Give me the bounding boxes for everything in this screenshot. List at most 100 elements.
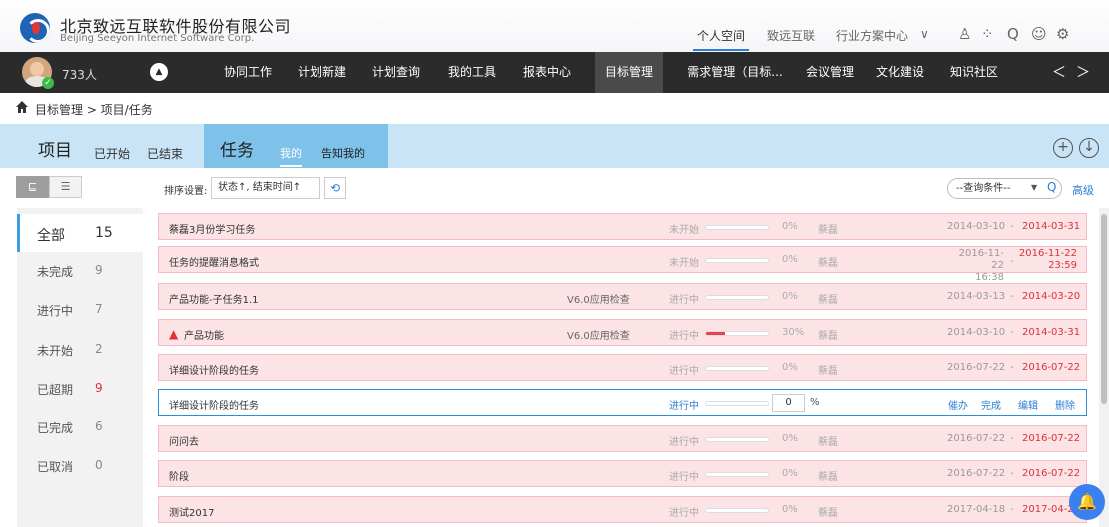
progress-input[interactable]: 0 [772,394,805,412]
filter-in-progress[interactable]: 进行中 7 [17,290,143,328]
task-row[interactable]: 详细设计阶段的任务 进行中 0% 蔡磊 2016-07-22 - 2016-07… [158,354,1087,381]
nav-item-my-tools[interactable]: 我的工具 [440,52,504,93]
nav-item-plan-query[interactable]: 计划查询 [364,52,428,93]
download-icon[interactable]: ↓ [1079,138,1099,158]
nav-item-knowledge[interactable]: 知识社区 [942,52,1006,93]
progress-bar [705,295,769,300]
nav-next-icon[interactable]: ＞ [1076,62,1090,82]
message-icon[interactable]: ☺ [1031,25,1047,43]
top-link-personal-space[interactable]: 个人空间 [692,27,750,51]
task-title[interactable]: 产品功能 [184,327,224,342]
task-title[interactable]: 任务的提醒消息格式 [169,254,259,269]
nav-item-report[interactable]: 报表中心 [515,52,579,93]
query-search-icon[interactable]: Q [1047,180,1056,194]
filter-incomplete[interactable]: 未完成 9 [17,251,143,289]
task-owner: 蔡磊 [818,331,838,342]
advanced-link[interactable]: 高级 [1072,182,1094,198]
task-progress: 0% [782,433,798,444]
add-icon[interactable]: + [1053,138,1073,158]
task-status: 未开始 [669,258,699,269]
chevron-down-icon[interactable]: ∨ [920,27,929,41]
nav-item-meeting[interactable]: 会议管理 [798,52,862,93]
task-title[interactable]: 详细设计阶段的任务 [169,397,259,412]
filter-label: 已完成 [37,421,74,435]
task-row[interactable]: 任务的提醒消息格式 未开始 0% 蔡磊 2016-11-22 16:38 - 20… [158,246,1087,283]
query-select[interactable]: --查询条件-- [947,178,1062,199]
task-start: 2016-07-22 [947,362,1006,373]
nav-item-collab[interactable]: 协同工作 [216,52,280,93]
task-owner: 蔡磊 [818,437,838,448]
top-link-seeyon[interactable]: 致远互联 [767,27,815,44]
urge-button[interactable]: 催办 [948,397,968,412]
nav-item-culture[interactable]: 文化建设 [868,52,932,93]
task-title[interactable]: 蔡磊3月份学习任务 [169,221,255,236]
list-view-icon[interactable]: ☰ [49,176,82,198]
task-row[interactable]: 蔡磊3月份学习任务 未开始 0% 蔡磊 2014-03-10 - 2014-03… [158,213,1087,240]
notification-bell-icon[interactable]: 🔔 [1069,484,1105,520]
apps-icon[interactable]: ⁘ [981,25,994,43]
task-start-date: 2016-11-22 [958,248,1004,271]
task-status: 进行中 [669,401,699,412]
delete-button[interactable]: 删除 [1055,397,1075,412]
task-project[interactable]: V6.0应用检查 [567,327,630,342]
tab-task[interactable]: 任务 [220,136,254,161]
task-status: 进行中 [669,472,699,483]
nav-item-goal[interactable]: 目标管理 [595,52,663,93]
nav-item-plan-new[interactable]: 计划新建 [290,52,354,93]
task-progress: 30% [782,327,805,338]
scrollbar-thumb[interactable] [1101,214,1107,404]
filter-not-started[interactable]: 未开始 2 [17,330,143,368]
filter-completed[interactable]: 已完成 6 [17,407,143,445]
task-project[interactable]: V6.0应用检查 [567,291,630,306]
task-title[interactable]: 问问去 [169,433,199,448]
filter-cancelled[interactable]: 已取消 0 [17,446,143,484]
settings-icon[interactable]: ⚙ [1056,25,1069,43]
sort-label: 排序设置: [164,186,208,197]
filter-overdue[interactable]: 已超期 9 [17,369,143,407]
date-separator: - [1010,221,1014,232]
tab-notify-me[interactable]: 告知我的 [321,145,365,161]
task-status: 未开始 [669,225,699,236]
search-icon[interactable]: Q [1007,25,1019,43]
breadcrumb-text[interactable]: 目标管理 > 项目/任务 [35,101,153,118]
task-end: 2016-07-22 [1022,433,1081,444]
filter-all[interactable]: 全部 15 [17,214,143,252]
tab-started[interactable]: 已开始 [94,145,130,162]
task-title[interactable]: 详细设计阶段的任务 [169,362,259,377]
task-row-selected[interactable]: 详细设计阶段的任务 进行中 0 % 催办 完成 编辑 删除 [158,389,1087,416]
task-row[interactable]: ▲ 产品功能 V6.0应用检查 进行中 30% 蔡磊 2014-03-10 - … [158,319,1087,346]
task-title[interactable]: 阶段 [169,468,189,483]
top-link-industry[interactable]: 行业方案中心 [836,27,908,44]
user-icon[interactable]: ♙ [958,25,971,43]
user-count[interactable]: 733人 [62,66,97,83]
nav-logo-icon[interactable]: ▲ [150,63,168,81]
task-row[interactable]: 测试2017 进行中 0% 蔡磊 2017-04-18 - 2017-04-27 [158,496,1087,523]
task-row[interactable]: 阶段 进行中 0% 蔡磊 2016-07-22 - 2016-07-22 [158,460,1087,487]
online-badge-icon: ✓ [42,77,54,89]
tree-view-icon[interactable]: ⊑ [16,176,49,198]
task-start: 2014-03-10 [947,327,1006,338]
task-end-date: 2016-11-22 [1018,248,1077,259]
task-start-time: 16:38 [975,272,1004,283]
task-row[interactable]: 问问去 进行中 0% 蔡磊 2016-07-22 - 2016-07-22 [158,425,1087,452]
task-title[interactable]: 产品功能-子任务1.1 [169,291,259,306]
nav-item-requirement[interactable]: 需求管理（目标... [680,52,790,93]
task-row[interactable]: 产品功能-子任务1.1 V6.0应用检查 进行中 0% 蔡磊 2014-03-1… [158,283,1087,310]
task-start: 2014-03-13 [947,291,1006,302]
tab-project[interactable]: 项目 [38,136,72,161]
complete-button[interactable]: 完成 [981,397,1001,412]
task-title[interactable]: 测试2017 [169,504,214,519]
dropdown-arrow-icon[interactable]: ▼ [1031,183,1037,192]
tab-ended[interactable]: 已结束 [147,145,183,162]
task-progress: 0% [782,291,798,302]
company-logo [20,13,50,43]
edit-button[interactable]: 编辑 [1018,397,1038,412]
sort-field[interactable]: 状态↑, 结束时间↑ [211,177,320,199]
nav-prev-icon[interactable]: ＜ [1052,62,1066,82]
refresh-icon[interactable]: ⟲ [324,177,346,199]
task-start: 2016-11-22 16:38 [948,248,1004,284]
home-icon[interactable] [16,101,28,113]
task-end: 2014-03-31 [1022,221,1081,232]
tab-mine[interactable]: 我的 [280,145,302,167]
warning-icon: ▲ [169,327,179,341]
